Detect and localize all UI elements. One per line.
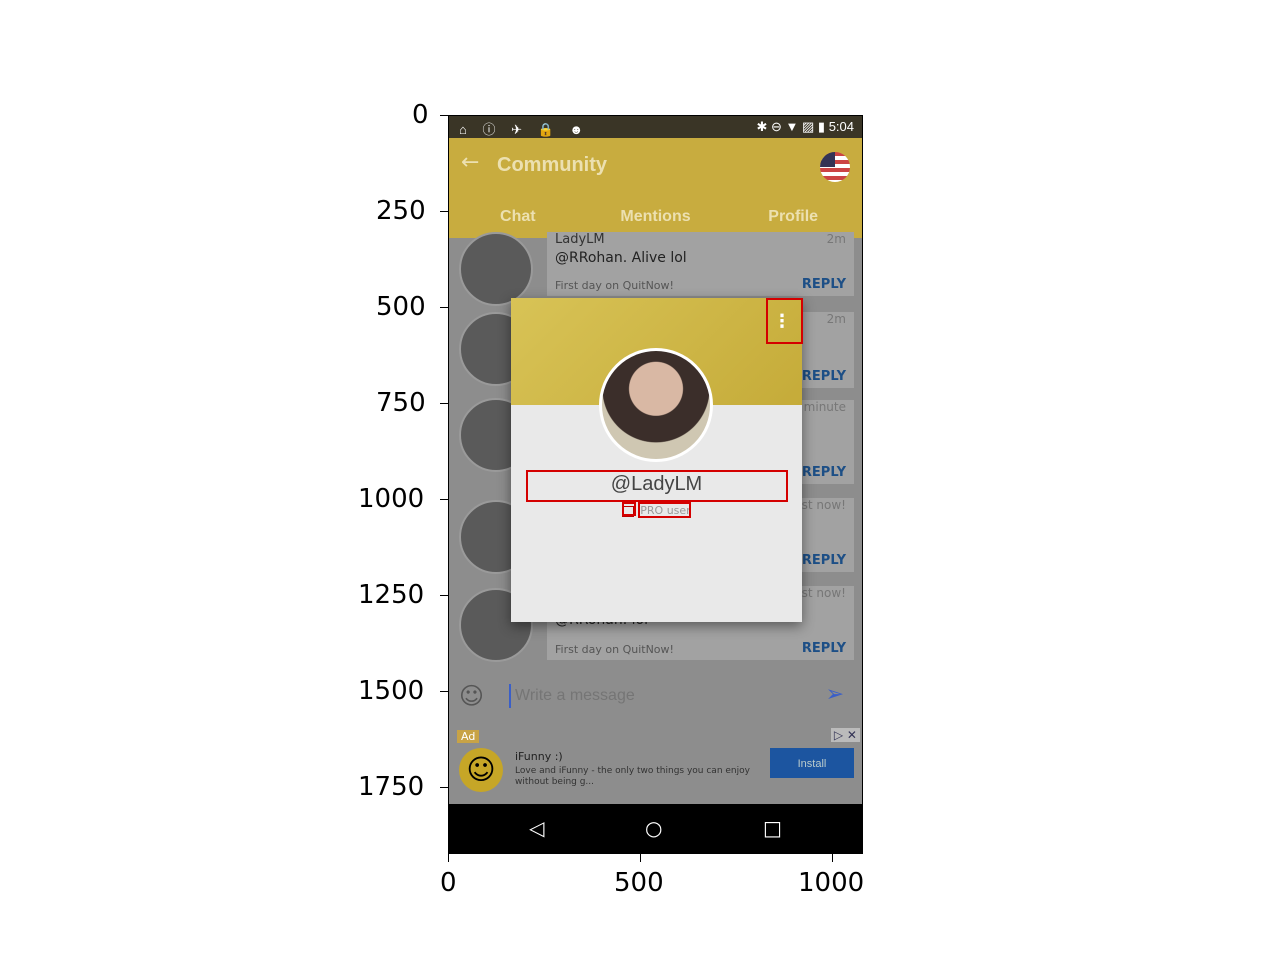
pro-status: PRO user (511, 504, 802, 517)
profile-avatar (599, 348, 713, 462)
install-button[interactable]: Install (770, 748, 854, 778)
tab-bar: Chat Mentions Profile (449, 208, 862, 226)
y-tick-mark (440, 115, 448, 116)
reply-button[interactable]: REPLY (802, 369, 846, 384)
reply-button[interactable]: REPLY (802, 553, 846, 568)
message-text: @RRohan. Alive lol (555, 250, 687, 266)
reply-button[interactable]: REPLY (802, 641, 846, 656)
android-nav-bar: ◁ ○ □ (449, 804, 862, 853)
tab-profile[interactable]: Profile (724, 208, 862, 226)
pro-badge-icon (622, 505, 635, 517)
emoji-icon[interactable]: ☺ (459, 682, 484, 710)
ad-close-icon[interactable]: ▷ ✕ (830, 728, 860, 742)
us-flag-icon[interactable] (820, 152, 850, 182)
ad-banner[interactable]: Ad ▷ ✕ ☺ iFunny :) Love and iFunny - the… (449, 724, 862, 804)
y-tick-label: 500 (376, 292, 426, 322)
send-icon[interactable]: ➢ (826, 682, 844, 707)
y-tick-label: 1250 (358, 580, 425, 610)
reply-button[interactable]: REPLY (802, 277, 846, 292)
profile-handle: @LadyLM (610, 473, 703, 495)
back-arrow-icon[interactable]: ← (461, 150, 479, 175)
more-options-icon[interactable]: ⋮ (768, 306, 796, 338)
y-tick-mark (440, 595, 448, 596)
x-tick-mark (640, 854, 641, 862)
y-tick-mark (440, 691, 448, 692)
y-tick-label: 1750 (358, 772, 425, 802)
message-subtitle: First day on QuitNow! (555, 279, 674, 292)
y-tick-mark (440, 211, 448, 212)
x-tick-label: 0 (440, 868, 457, 898)
message-bubble: LadyLM 2m @RRohan. Alive lol First day o… (547, 232, 854, 296)
y-tick-label: 1000 (358, 484, 425, 514)
x-tick-mark (448, 854, 449, 862)
message-input[interactable] (509, 684, 797, 708)
message-time: 2m (826, 232, 846, 246)
y-tick-mark (440, 403, 448, 404)
app-bar: ← Community Chat Mentions Profile (449, 138, 862, 238)
message-composer: ☺ ➢ (449, 668, 862, 724)
ifunny-logo-icon: ☺ (459, 748, 503, 792)
phone-screen: ⌂ ⓘ ✈ 🔒 ☻ ✱ ⊖ ▼ ▨ ▮ 5:04 ← Community Cha… (448, 115, 863, 854)
nav-home-icon[interactable]: ○ (645, 816, 662, 840)
status-time: 5:04 (828, 119, 854, 134)
message-username[interactable]: LadyLM (555, 232, 605, 247)
nav-back-icon[interactable]: ◁ (529, 816, 544, 840)
profile-dialog: ⋮ @LadyLM PRO user (511, 298, 802, 622)
reply-button[interactable]: REPLY (802, 465, 846, 480)
status-left-icons: ⌂ ⓘ ✈ 🔒 ☻ (459, 122, 590, 137)
tab-mentions[interactable]: Mentions (587, 208, 725, 226)
status-right: ✱ ⊖ ▼ ▨ ▮ 5:04 (757, 119, 854, 135)
message-subtitle: First day on QuitNow! (555, 643, 674, 656)
y-tick-label: 750 (376, 388, 426, 418)
page-title: Community (497, 154, 607, 176)
y-tick-mark (440, 307, 448, 308)
y-tick-mark (440, 499, 448, 500)
status-right-icons: ✱ ⊖ ▼ ▨ ▮ (756, 119, 826, 134)
pro-label: PRO user (640, 504, 691, 517)
y-tick-label: 1500 (358, 676, 425, 706)
ad-description: Love and iFunny - the only two things yo… (515, 766, 750, 787)
y-tick-mark (440, 787, 448, 788)
y-tick-label: 250 (376, 196, 426, 226)
avatar[interactable] (459, 232, 533, 306)
x-tick-mark (832, 854, 833, 862)
status-bar: ⌂ ⓘ ✈ 🔒 ☻ ✱ ⊖ ▼ ▨ ▮ 5:04 (449, 116, 862, 138)
nav-recents-icon[interactable]: □ (763, 816, 782, 840)
tab-chat[interactable]: Chat (449, 208, 587, 226)
message-time: 2m (826, 312, 846, 326)
x-tick-label: 1000 (798, 868, 865, 898)
ad-title: iFunny :) (515, 750, 563, 763)
x-tick-label: 500 (614, 868, 664, 898)
y-tick-label: 0 (412, 100, 429, 130)
ad-badge: Ad (457, 730, 480, 743)
